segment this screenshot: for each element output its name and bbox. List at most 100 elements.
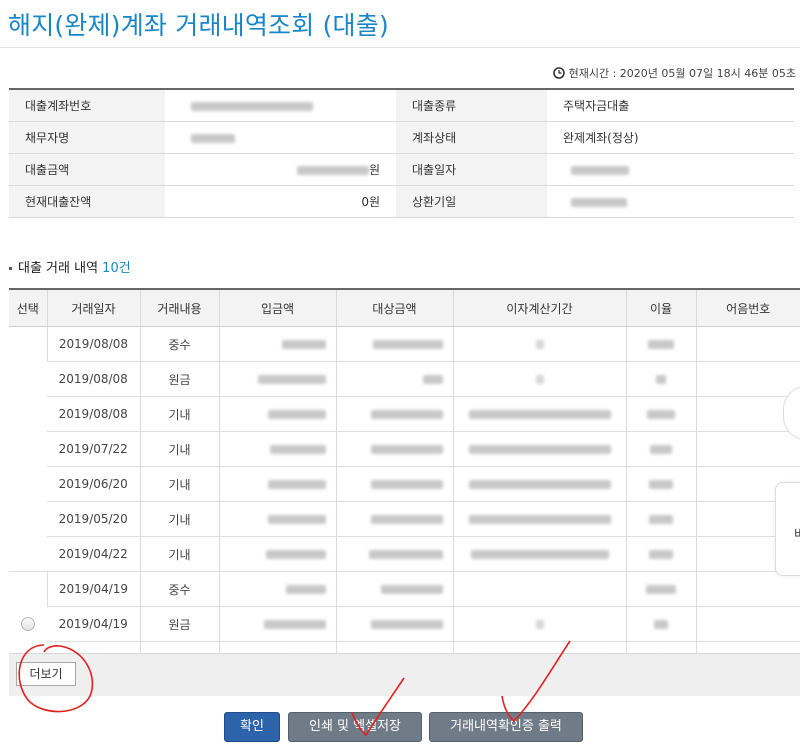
col-header-select: 선택 xyxy=(9,288,47,327)
col-header-note-number: 어음번호 xyxy=(695,288,800,327)
row-deposit xyxy=(218,501,336,537)
current-time: 현재시간 : 2020년 05월 07일 18시 46분 05초 xyxy=(552,65,796,81)
loan-summary-table: 대출계좌번호 대출종류 주택자금대출 채무자명 계좌상태 완제계좌(정상) 대출… xyxy=(9,88,794,218)
row-deposit xyxy=(218,431,336,467)
row-note-number xyxy=(695,571,800,607)
row-target-amount xyxy=(335,501,453,537)
row-rate xyxy=(625,396,696,432)
row-target-amount xyxy=(335,431,453,467)
table-row: 2019/06/20 기내 xyxy=(9,466,800,502)
row-deposit xyxy=(218,466,336,502)
row-date: 2019/04/19 xyxy=(46,571,140,607)
row-target-amount xyxy=(335,606,453,642)
row-rate xyxy=(625,571,696,607)
row-type: 기내 xyxy=(139,396,219,432)
table-row: 2019/08/08 기내 xyxy=(9,396,800,432)
label-loan-date: 대출일자 xyxy=(396,153,547,186)
value-repayment-date xyxy=(547,185,794,218)
row-interest-period xyxy=(452,536,626,572)
value-debtor-name xyxy=(165,121,396,154)
table-row: 2019/04/19 중수 xyxy=(9,571,800,677)
row-date: 2019/05/20 xyxy=(47,501,140,537)
col-header-deposit: 입금액 xyxy=(218,288,336,327)
col-header-date: 거래일자 xyxy=(46,288,140,327)
row-date: 2019/04/22 xyxy=(47,536,140,572)
summary-row: 대출계좌번호 대출종류 주택자금대출 xyxy=(9,89,794,122)
table-row: 2019/08/08 원금 xyxy=(9,361,800,397)
row-target-amount xyxy=(335,361,453,397)
row-date: 2019/04/19 xyxy=(47,606,140,642)
row-type: 기내 xyxy=(139,466,219,502)
value-account-status: 완제계좌(정상) xyxy=(547,121,794,154)
label-account-status: 계좌상태 xyxy=(396,121,547,154)
row-rate xyxy=(625,606,696,642)
value-loan-account xyxy=(165,89,396,122)
row-deposit xyxy=(218,536,336,572)
row-rate xyxy=(625,361,696,397)
row-interest-period xyxy=(452,361,626,397)
row-interest-period xyxy=(452,431,626,467)
row-rate xyxy=(625,326,696,362)
label-debtor-name: 채무자명 xyxy=(9,121,165,154)
more-bar xyxy=(9,653,800,696)
row-target-amount xyxy=(335,536,453,572)
table-header-row: 선택 거래일자 거래내용 입금액 대상금액 이자계산기간 이율 어음번호 xyxy=(9,288,800,327)
row-interest-period xyxy=(452,606,626,642)
row-rate xyxy=(625,431,696,467)
side-floating-widget[interactable]: 비 xyxy=(775,482,800,576)
more-button[interactable]: 더보기 xyxy=(16,662,76,686)
summary-row: 채무자명 계좌상태 완제계좌(정상) xyxy=(9,121,794,154)
row-deposit xyxy=(218,396,336,432)
row-target-amount xyxy=(335,326,453,362)
row-note-number xyxy=(695,326,800,362)
current-time-text: 현재시간 : 2020년 05월 07일 18시 46분 05초 xyxy=(568,67,796,80)
row-rate xyxy=(625,536,696,572)
side-widget-label: 비 xyxy=(794,527,800,541)
row-date: 2019/07/22 xyxy=(47,431,140,467)
title-divider xyxy=(0,47,800,48)
row-target-amount xyxy=(335,571,453,607)
table-row: 2019/04/22 기내 xyxy=(9,536,800,572)
table-row: 2019/05/20 기내 xyxy=(9,501,800,537)
table-row: 2019/04/19 원금 xyxy=(9,606,800,642)
row-deposit xyxy=(218,571,336,607)
row-interest-period xyxy=(452,466,626,502)
row-type: 기내 xyxy=(139,501,219,537)
row-note-number xyxy=(695,361,800,397)
row-rate xyxy=(625,466,696,502)
row-note-number xyxy=(695,606,800,642)
history-section-heading: 대출 거래 내역 10건 xyxy=(9,257,131,276)
label-repayment-date: 상환기일 xyxy=(396,185,547,218)
transaction-history-table: 선택 거래일자 거래내용 입금액 대상금액 이자계산기간 이율 어음번호 201… xyxy=(9,288,800,677)
history-heading-text: 대출 거래 내역 xyxy=(18,261,99,276)
history-count: 10건 xyxy=(102,261,131,276)
col-header-type: 거래내용 xyxy=(139,288,219,327)
label-current-balance: 현재대출잔액 xyxy=(9,185,165,218)
value-current-balance: 0원 xyxy=(165,185,396,218)
row-select-radio[interactable] xyxy=(20,617,35,632)
row-date: 2019/08/08 xyxy=(47,396,140,432)
row-type: 원금 xyxy=(139,606,219,642)
row-deposit xyxy=(218,606,336,642)
select-cell xyxy=(9,326,47,572)
col-header-rate: 이율 xyxy=(625,288,696,327)
row-type: 중수 xyxy=(139,326,219,362)
row-type: 중수 xyxy=(139,571,219,607)
row-date: 2019/06/20 xyxy=(47,466,140,502)
label-loan-amount: 대출금액 xyxy=(9,153,165,186)
loan-amount-unit: 원 xyxy=(368,163,380,177)
label-loan-account: 대출계좌번호 xyxy=(9,89,165,122)
row-date: 2019/08/08 xyxy=(47,361,140,397)
confirm-button[interactable]: 확인 xyxy=(224,712,280,742)
row-interest-period xyxy=(452,501,626,537)
row-date: 2019/08/08 xyxy=(46,326,140,362)
certificate-print-button[interactable]: 거래내역확인증 출력 xyxy=(429,712,583,742)
row-type: 기내 xyxy=(139,431,219,467)
value-loan-date xyxy=(547,153,794,186)
print-excel-button[interactable]: 인쇄 및 엑셀저장 xyxy=(288,712,422,742)
row-target-amount xyxy=(335,396,453,432)
bullet-icon xyxy=(9,267,12,270)
summary-row: 대출금액 원 대출일자 xyxy=(9,153,794,186)
row-rate xyxy=(625,501,696,537)
page-title: 해지(완제)계좌 거래내역조회 (대출) xyxy=(8,11,389,40)
